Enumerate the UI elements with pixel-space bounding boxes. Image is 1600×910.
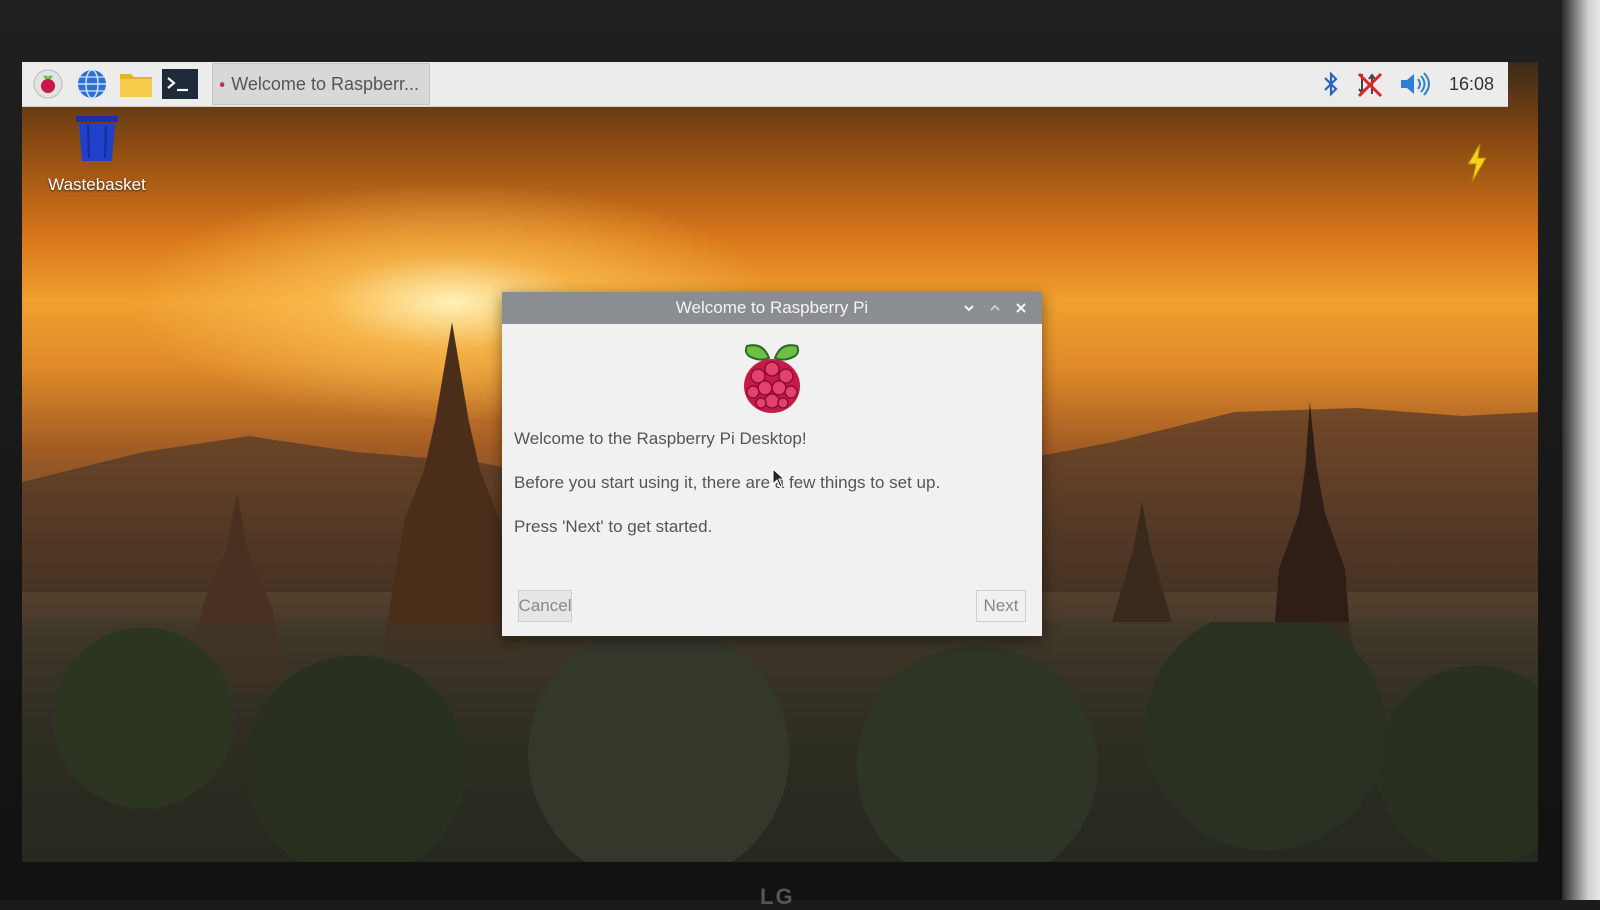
monitor-edge: [1562, 0, 1600, 900]
start-instruction: Press 'Next' to get started.: [514, 517, 713, 536]
raspberry-pi-logo: [514, 340, 1030, 416]
taskbar-window-label: Welcome to Raspberr...: [231, 73, 419, 94]
clock[interactable]: 16:08: [1449, 74, 1494, 95]
raspberry-icon: [219, 81, 225, 87]
volume-icon[interactable]: [1399, 70, 1431, 98]
under-voltage-icon: [1464, 143, 1490, 187]
window-controls: [956, 292, 1034, 324]
terminal-icon[interactable]: [162, 66, 198, 102]
taskbar: Welcome to Raspberr... 16:08: [22, 62, 1508, 107]
close-icon[interactable]: [1008, 296, 1034, 320]
wastebasket-icon: [76, 116, 118, 161]
desktop-icon-wastebasket[interactable]: Wastebasket: [42, 114, 152, 195]
desktop-screen: Welcome to Raspberr... 16:08 Wastebasket…: [22, 62, 1538, 862]
minimize-icon[interactable]: [956, 296, 982, 320]
network-disconnected-icon[interactable]: [1355, 70, 1385, 98]
monitor-brand-logo: LG: [760, 884, 795, 909]
dialog-body: Welcome to the Raspberry Pi Desktop! Bef…: [502, 324, 1042, 548]
desktop-icon-label: Wastebasket: [48, 175, 146, 194]
mouse-pointer-icon: [772, 467, 786, 493]
bluetooth-icon[interactable]: [1321, 70, 1341, 98]
globe-icon[interactable]: [74, 66, 110, 102]
raspberry-menu-icon[interactable]: [30, 66, 66, 102]
cancel-button[interactable]: Cancel: [518, 590, 572, 622]
dialog-titlebar[interactable]: Welcome to Raspberry Pi: [502, 292, 1042, 324]
wallpaper-trees: [22, 622, 1538, 862]
taskbar-window-button[interactable]: Welcome to Raspberr...: [212, 63, 430, 105]
dialog-title: Welcome to Raspberry Pi: [675, 298, 869, 317]
welcome-dialog: Welcome to Raspberry Pi Welcome to the R…: [502, 292, 1042, 636]
next-button[interactable]: Next: [976, 590, 1026, 622]
system-tray: 16:08: [1307, 62, 1498, 106]
folder-icon[interactable]: [118, 66, 154, 102]
welcome-heading: Welcome to the Raspberry Pi Desktop!: [514, 429, 807, 448]
maximize-icon[interactable]: [982, 296, 1008, 320]
